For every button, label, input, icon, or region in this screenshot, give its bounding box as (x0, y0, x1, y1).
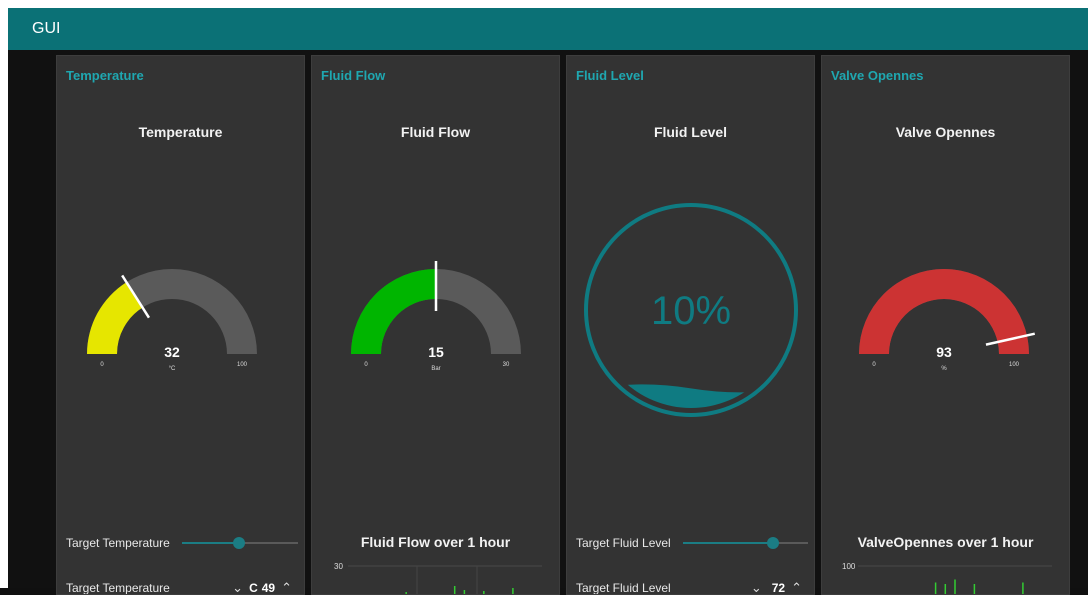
gauge-title-temperature: Temperature (138, 124, 223, 140)
numeric-label: Target Temperature (66, 581, 170, 595)
window-frame-top (0, 0, 1088, 8)
numeric-value: 49 (261, 581, 276, 595)
valve-opennes-chart: 100 (842, 562, 1052, 594)
slider-track-rest (238, 542, 298, 544)
dashboard-content: Temperature Temperature 32 °C 0 100 Targ… (8, 50, 1088, 595)
slider-target-fluid-level: Target Fluid Level (576, 534, 808, 552)
gauge-min: 0 (364, 362, 368, 368)
slider-thumb[interactable] (766, 537, 779, 549)
numeric-unit: C (249, 581, 258, 595)
numeric-label: Target Fluid Level (576, 581, 671, 595)
numeric-value: 72 (771, 581, 786, 595)
window-frame-left (0, 0, 8, 588)
gauge-units: °C (169, 366, 176, 372)
temperature-gauge: 32 °C 0 100 (87, 269, 257, 372)
gauge-min: 0 (872, 362, 876, 368)
numeric-target-fluid-level: Target Fluid Level ⌄ 72 ⌃ (576, 577, 808, 595)
gauge-title-fluid-flow: Fluid Flow (400, 124, 471, 140)
fluid-level-indicator: 10% (584, 203, 798, 417)
card-fluid-level: Fluid Level Fluid Level 10% Target Fluid… (566, 55, 815, 595)
card-title-temperature: Temperature (66, 68, 144, 83)
slider-label: Target Temperature (66, 536, 170, 550)
gauge-value: 32 (164, 344, 180, 360)
gauge-title-valve-opennes: Valve Opennes (895, 124, 996, 140)
fluid-flow-chart: 30 (334, 562, 542, 594)
gauge-value: 15 (428, 344, 444, 360)
slider-track[interactable] (181, 537, 298, 549)
gauge-value: 93 (936, 344, 952, 360)
gauge-max: 100 (1009, 362, 1020, 368)
level-title-fluid-level: Fluid Level (653, 124, 728, 140)
slider-thumb[interactable] (232, 537, 245, 549)
gauge-max: 30 (503, 362, 510, 368)
card-title-valve-opennes: Valve Opennes (831, 68, 924, 83)
slider-track[interactable] (682, 537, 808, 549)
chart-ymax-label: 100 (842, 562, 856, 571)
card-fluid-flow: Fluid Flow Fluid Flow 15 Bar 0 30 Fluid … (311, 55, 560, 595)
app-title: GUI (32, 20, 61, 37)
gauge-max: 100 (237, 362, 248, 368)
valve-opennes-gauge: 93 % 0 100 (859, 269, 1036, 372)
level-value: 10% (651, 289, 731, 333)
gauge-units: % (941, 366, 947, 372)
app-header: GUI (8, 8, 1088, 50)
slider-target-temperature: Target Temperature (66, 534, 298, 552)
card-title-fluid-level: Fluid Level (576, 68, 644, 83)
chart-title-fluid-flow: Fluid Flow over 1 hour (360, 534, 511, 550)
gauge-fill-arc (351, 269, 436, 354)
card-temperature: Temperature Temperature 32 °C 0 100 Targ… (56, 55, 305, 595)
chart-ymax-label: 30 (334, 562, 343, 571)
slider-label: Target Fluid Level (576, 536, 671, 550)
card-valve-opennes: Valve Opennes Valve Opennes 93 % 0 100 V… (821, 55, 1070, 595)
numeric-target-temperature: Target Temperature ⌄ C 49 ⌃ (66, 577, 298, 595)
fluid-flow-gauge: 15 Bar 0 30 (351, 261, 521, 372)
chart-title-valve-opennes: ValveOpennes over 1 hour (857, 534, 1034, 550)
card-title-fluid-flow: Fluid Flow (321, 68, 386, 83)
gauge-min: 0 (100, 362, 104, 368)
gauge-units: Bar (431, 366, 440, 372)
